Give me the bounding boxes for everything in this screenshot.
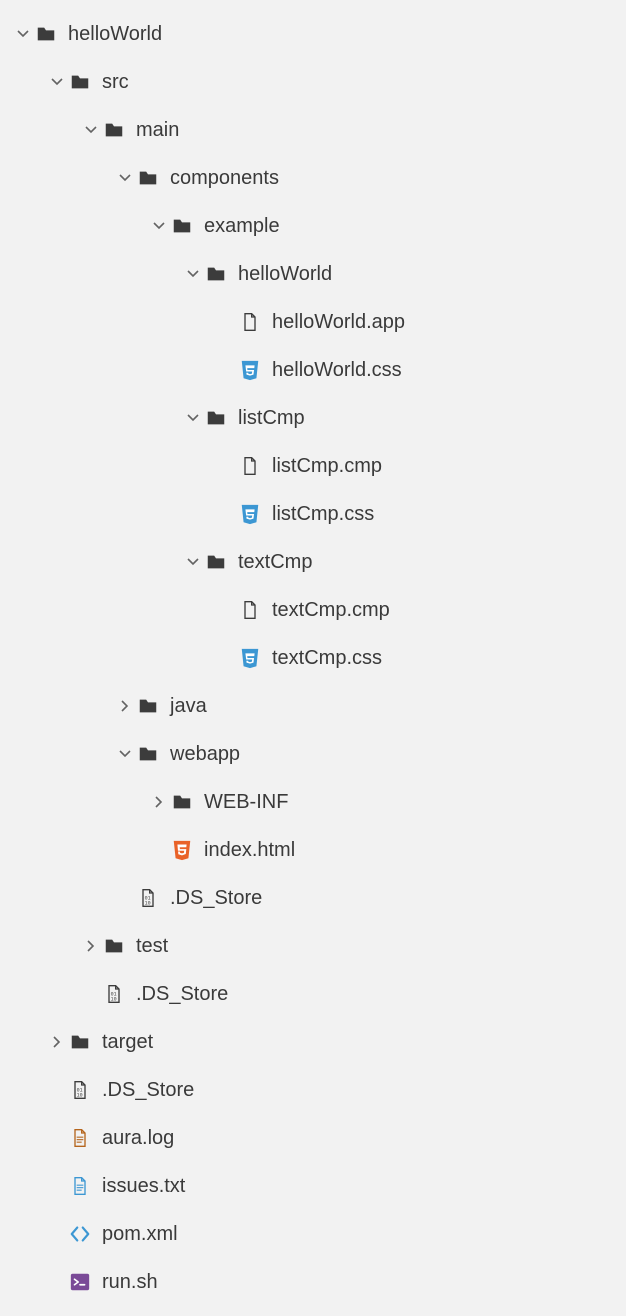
tree-item-label: example bbox=[204, 215, 280, 238]
tree-row[interactable]: helloWorld.app bbox=[4, 298, 622, 346]
chevron-down-icon[interactable] bbox=[184, 556, 202, 568]
tree-row[interactable]: aura.log bbox=[4, 1114, 622, 1162]
tree-item-label: run.sh bbox=[102, 1271, 158, 1294]
tree-item-label: textCmp.css bbox=[272, 647, 382, 670]
xml-file-icon bbox=[68, 1222, 92, 1246]
folder-icon bbox=[102, 118, 126, 142]
tree-row[interactable]: main bbox=[4, 106, 622, 154]
tree-row[interactable]: java bbox=[4, 682, 622, 730]
tree-row[interactable]: listCmp.css bbox=[4, 490, 622, 538]
binary-file-icon: 0110 bbox=[102, 982, 126, 1006]
tree-item-label: index.html bbox=[204, 839, 295, 862]
tree-row[interactable]: textCmp.css bbox=[4, 634, 622, 682]
tree-item-label: .DS_Store bbox=[136, 983, 228, 1006]
folder-icon bbox=[34, 22, 58, 46]
tree-row[interactable]: 0110 .DS_Store bbox=[4, 1066, 622, 1114]
tree-row[interactable]: run.sh bbox=[4, 1258, 622, 1306]
tree-row[interactable]: test bbox=[4, 922, 622, 970]
tree-row[interactable]: helloWorld.css bbox=[4, 346, 622, 394]
chevron-down-icon[interactable] bbox=[184, 412, 202, 424]
tree-item-label: textCmp.cmp bbox=[272, 599, 390, 622]
tree-row[interactable]: target bbox=[4, 1018, 622, 1066]
tree-item-label: helloWorld.css bbox=[272, 359, 402, 382]
tree-row[interactable]: textCmp.cmp bbox=[4, 586, 622, 634]
file-icon bbox=[238, 454, 262, 478]
chevron-down-icon[interactable] bbox=[14, 28, 32, 40]
chevron-right-icon[interactable] bbox=[150, 796, 168, 808]
tree-row[interactable]: issues.txt bbox=[4, 1162, 622, 1210]
chevron-down-icon[interactable] bbox=[48, 76, 66, 88]
tree-item-label: helloWorld bbox=[238, 263, 332, 286]
file-icon bbox=[238, 310, 262, 334]
tree-row[interactable]: index.html bbox=[4, 826, 622, 874]
chevron-down-icon[interactable] bbox=[184, 268, 202, 280]
tree-item-label: test bbox=[136, 935, 168, 958]
chevron-down-icon[interactable] bbox=[116, 172, 134, 184]
folder-icon bbox=[204, 550, 228, 574]
tree-row[interactable]: webapp bbox=[4, 730, 622, 778]
folder-icon bbox=[102, 934, 126, 958]
tree-row[interactable]: textCmp bbox=[4, 538, 622, 586]
binary-file-icon: 0110 bbox=[68, 1078, 92, 1102]
tree-row[interactable]: 0110 .DS_Store bbox=[4, 874, 622, 922]
tree-item-label: helloWorld.app bbox=[272, 311, 405, 334]
folder-icon bbox=[136, 694, 160, 718]
tree-item-label: main bbox=[136, 119, 179, 142]
tree-row[interactable]: 0110 .DS_Store bbox=[4, 970, 622, 1018]
chevron-down-icon[interactable] bbox=[82, 124, 100, 136]
tree-row[interactable]: pom.xml bbox=[4, 1210, 622, 1258]
folder-icon bbox=[136, 742, 160, 766]
svg-text:10: 10 bbox=[145, 901, 151, 907]
tree-item-label: src bbox=[102, 71, 129, 94]
tree-item-label: WEB-INF bbox=[204, 791, 288, 814]
tree-row[interactable]: helloWorld bbox=[4, 250, 622, 298]
tree-row[interactable]: components bbox=[4, 154, 622, 202]
tree-item-label: pom.xml bbox=[102, 1223, 178, 1246]
tree-item-label: issues.txt bbox=[102, 1175, 185, 1198]
tree-row[interactable]: example bbox=[4, 202, 622, 250]
chevron-right-icon[interactable] bbox=[48, 1036, 66, 1048]
tree-item-label: .DS_Store bbox=[170, 887, 262, 910]
svg-text:10: 10 bbox=[111, 997, 117, 1003]
chevron-right-icon[interactable] bbox=[116, 700, 134, 712]
chevron-right-icon[interactable] bbox=[82, 940, 100, 952]
css-file-icon bbox=[238, 502, 262, 526]
text-file-icon bbox=[68, 1174, 92, 1198]
tree-item-label: textCmp bbox=[238, 551, 312, 574]
tree-row[interactable]: listCmp bbox=[4, 394, 622, 442]
chevron-down-icon[interactable] bbox=[150, 220, 168, 232]
css-file-icon bbox=[238, 646, 262, 670]
tree-item-label: java bbox=[170, 695, 207, 718]
tree-row[interactable]: WEB-INF bbox=[4, 778, 622, 826]
tree-item-label: .DS_Store bbox=[102, 1079, 194, 1102]
tree-item-label: aura.log bbox=[102, 1127, 174, 1150]
folder-icon bbox=[136, 166, 160, 190]
folder-icon bbox=[68, 70, 92, 94]
tree-item-label: helloWorld bbox=[68, 23, 162, 46]
folder-icon bbox=[204, 406, 228, 430]
tree-row[interactable]: listCmp.cmp bbox=[4, 442, 622, 490]
folder-icon bbox=[68, 1030, 92, 1054]
chevron-down-icon[interactable] bbox=[116, 748, 134, 760]
tree-item-label: listCmp.cmp bbox=[272, 455, 382, 478]
tree-row[interactable]: src bbox=[4, 58, 622, 106]
folder-icon bbox=[170, 790, 194, 814]
tree-row[interactable]: helloWorld bbox=[4, 10, 622, 58]
file-icon bbox=[238, 598, 262, 622]
binary-file-icon: 0110 bbox=[136, 886, 160, 910]
svg-text:10: 10 bbox=[77, 1093, 83, 1099]
shell-file-icon bbox=[68, 1270, 92, 1294]
tree-item-label: components bbox=[170, 167, 279, 190]
folder-icon bbox=[170, 214, 194, 238]
tree-item-label: listCmp.css bbox=[272, 503, 374, 526]
css-file-icon bbox=[238, 358, 262, 382]
folder-icon bbox=[204, 262, 228, 286]
tree-item-label: target bbox=[102, 1031, 153, 1054]
tree-item-label: listCmp bbox=[238, 407, 305, 430]
html-file-icon bbox=[170, 838, 194, 862]
log-file-icon bbox=[68, 1126, 92, 1150]
tree-item-label: webapp bbox=[170, 743, 240, 766]
